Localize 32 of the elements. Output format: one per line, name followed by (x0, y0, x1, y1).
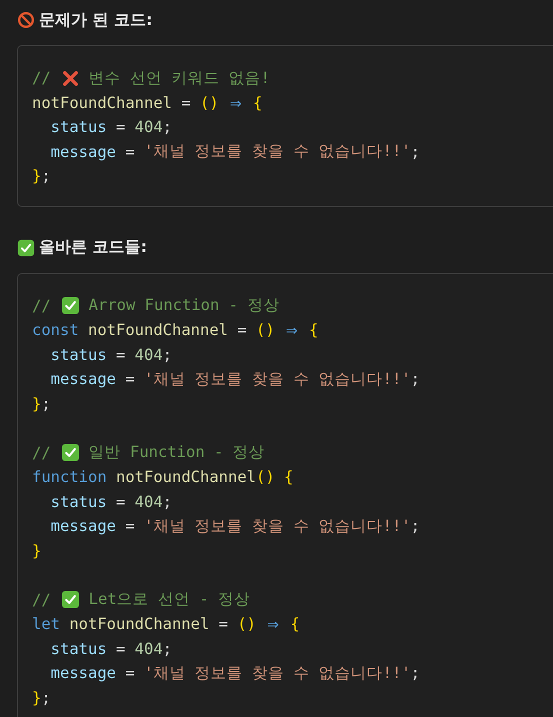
cross-icon (60, 68, 80, 88)
code-line: message = '채널 정보를 찾을 수 없습니다!!'; (50, 516, 421, 538)
code-line: } (32, 540, 42, 562)
code-line: message = '채널 정보를 찾을 수 없습니다!!'; (50, 662, 421, 684)
prohibited-icon (17, 11, 35, 29)
check-icon (17, 238, 35, 256)
code-line: status = 404; (50, 344, 173, 366)
code-line: }; (32, 394, 52, 415)
code-comment: // (32, 444, 51, 462)
code-line: status = 404; (50, 492, 173, 513)
code-line: }; (32, 688, 52, 709)
code-comment: 일반 Function - 정상 (88, 442, 265, 464)
check-icon (60, 443, 80, 462)
code-line: }; (32, 166, 52, 188)
code-line: status = 404; (50, 638, 173, 660)
code-comment: 변수 선언 키워드 없음! (88, 68, 270, 89)
check-icon (60, 296, 80, 316)
code-comment: // (32, 69, 51, 88)
section-heading: 올바른 코드들: (39, 237, 147, 258)
code-comment: // (32, 296, 51, 315)
code-comment: Arrow Function - 정상 (88, 295, 280, 316)
code-line: status = 404; (50, 117, 173, 138)
code-line: notFoundChannel = () ⇒ { (32, 90, 264, 115)
check-icon (60, 590, 80, 610)
code-line: let notFoundChannel = () ⇒ { (32, 612, 301, 636)
code-line: const notFoundChannel = () ⇒ { (32, 318, 320, 342)
code-comment: // (32, 590, 51, 609)
section-heading: 문제가 된 코드: (39, 10, 153, 30)
code-comment: Let으로 선언 - 정상 (88, 589, 250, 610)
code-line: message = '채널 정보를 찾을 수 없습니다!!'; (50, 368, 421, 390)
code-line: message = '채널 정보를 찾을 수 없습니다!!'; (50, 141, 421, 163)
code-line: function notFoundChannel() { (32, 467, 294, 488)
